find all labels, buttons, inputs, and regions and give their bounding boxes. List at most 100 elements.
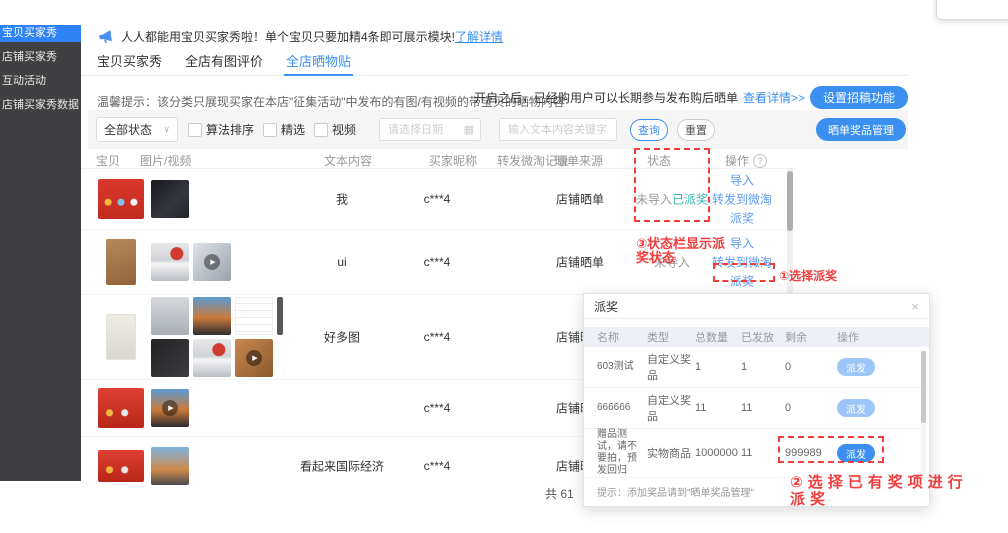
tab-全店有图评价[interactable]: 全店有图评价 [183,48,265,75]
keyword-input-field[interactable] [506,123,610,137]
prize-total: 1 [695,361,741,373]
reset-button[interactable]: 重置 [677,119,715,141]
buyer-nickname-cell: c***4 [387,330,487,344]
modal-column-header-名称: 名称 [597,329,647,345]
operations-cell: 导入转发到微淘派奖 [697,171,787,226]
buyer-nickname-cell: c***4 [387,459,487,473]
date-input-field[interactable] [386,123,462,137]
query-button[interactable]: 查询 [630,119,668,141]
help-icon[interactable]: ? [753,154,767,168]
checkbox-box[interactable] [314,123,328,137]
status-select-value: 全部状态 [104,121,152,138]
dispatch-button[interactable]: 派发 [837,399,875,417]
modal-scrollbar[interactable] [921,351,926,477]
product-cell [97,388,145,428]
modal-header: 派奖 × [584,294,929,319]
product-thumbnail[interactable] [98,450,144,482]
op-link-导入[interactable]: 导入 [730,235,754,252]
tab-全店晒物贴[interactable]: 全店晒物贴 [284,48,353,75]
product-thumbnail[interactable] [98,388,144,428]
column-header-文本内容: 文本内容 [324,152,372,169]
open-hint-text: 开启之后，已经购用户可以长期参与发布购后晒单 [474,89,738,106]
checkbox-box[interactable] [188,123,202,137]
media-thumbnail[interactable] [151,297,189,335]
sidebar-item-互动活动[interactable]: 互动活动 [0,73,81,90]
buyer-nickname-cell: c***4 [387,401,487,415]
modal-column-header-操作: 操作 [837,329,929,345]
banner-detail-link[interactable]: 了解详情 [455,28,503,45]
megaphone-icon [97,28,114,45]
column-header-晒单来源: 晒单来源 [555,152,603,169]
view-details-link[interactable]: 查看详情>> [743,89,805,106]
op-link-派奖[interactable]: 派奖 [730,209,754,226]
product-cell [97,450,145,482]
highlight-box-status-column [634,148,710,222]
tab-bar: 宝贝买家秀全店有图评价全店晒物贴 [81,48,908,76]
column-header-图片/视频: 图片/视频 [140,152,191,169]
media-thumbnail[interactable] [151,339,189,377]
media-cell: ▶ [151,389,285,427]
modal-title: 派奖 [594,298,618,315]
table-scrollbar-thumb[interactable] [787,171,793,231]
filter-bar: 全部状态 ∨ 算法排序 精选 视频 ▦ 查询 重置 晒单奖品管理 [88,110,908,149]
checkbox-label: 算法排序 [206,121,254,138]
checkbox-box[interactable] [263,123,277,137]
product-thumbnail[interactable] [106,314,136,360]
checkbox-精选[interactable]: 精选 [263,121,305,138]
screen: 宝贝买家秀店铺买家秀互动活动店铺买家秀数据 人人都能用宝贝买家秀啦！单个宝贝只要… [0,0,1008,533]
checkbox-label: 视频 [332,121,356,138]
op-link-转发到微淘[interactable]: 转发到微淘 [712,190,772,207]
modal-table-header: 名称类型总数量已发放剩余操作 [584,327,929,347]
media-thumbnail[interactable] [193,297,231,335]
media-thumbnail[interactable] [193,339,231,377]
chevron-down-icon: ∨ [163,124,170,135]
media-thumbnail-video[interactable]: ▶ [151,389,189,427]
annotation-step3-line2: 奖状态 [636,251,725,265]
media-thumbnail-video[interactable]: ▶ [235,339,273,377]
checkbox-算法排序[interactable]: 算法排序 [188,121,254,138]
media-thumbnail[interactable] [151,243,189,281]
checkbox-label: 精选 [281,121,305,138]
prize-total: 1000000 [695,447,741,459]
sidebar-item-店铺买家秀[interactable]: 店铺买家秀 [0,49,81,66]
modal-table-row: 666666自定义奖品11110派发 [584,388,929,429]
banner-text: 人人都能用宝贝买家秀啦！单个宝贝只要加精4条即可展示模块! [121,28,455,45]
play-icon: ▶ [235,339,273,377]
notice-banner: 人人都能用宝贝买家秀啦！单个宝贝只要加精4条即可展示模块!了解详情 [81,25,881,48]
prize-remain: 0 [785,402,837,414]
date-input[interactable]: ▦ [379,118,481,141]
dispatch-button[interactable]: 派发 [837,358,875,376]
media-thumbnail-video[interactable]: ▶ [193,243,231,281]
product-cell [97,239,145,285]
sidebar-item-店铺买家秀数据[interactable]: 店铺买家秀数据 [0,97,81,114]
media-thumbnail[interactable] [151,447,189,485]
sidebar-item-宝贝买家秀[interactable]: 宝贝买家秀 [0,25,81,42]
prize-action-cell: 派发 [837,358,929,376]
filter-checkboxes: 算法排序 精选 视频 [188,121,365,138]
highlight-box-award-button [778,436,884,463]
close-icon[interactable]: × [911,299,919,314]
setup-collect-button[interactable]: 设置招稿功能 [810,86,908,109]
product-thumbnail[interactable] [98,179,144,219]
checkbox-视频[interactable]: 视频 [314,121,356,138]
prize-type: 实物商品 [647,445,695,461]
play-icon: ▶ [151,389,189,427]
modal-column-header-总数量: 总数量 [695,329,741,345]
keyword-input[interactable] [499,118,617,141]
prize-name: 666666 [597,402,647,414]
op-link-导入[interactable]: 导入 [730,171,754,188]
column-header-买家昵称: 买家昵称 [429,152,477,169]
modal-table-row: 603测试自定义奖品110派发 [584,347,929,388]
tip-right-group: 开启之后，已经购用户可以长期参与发布购后晒单 查看详情>> 设置招稿功能 [474,86,908,109]
prize-issued: 1 [741,361,785,373]
media-thumbnail[interactable] [151,180,189,218]
media-thumbnail[interactable] [235,297,273,335]
reward-manage-button[interactable]: 晒单奖品管理 [816,118,906,141]
prize-type: 自定义奖品 [647,392,695,424]
tab-宝贝买家秀[interactable]: 宝贝买家秀 [95,48,164,75]
prize-total: 11 [695,402,741,414]
status-select[interactable]: 全部状态 ∨ [96,117,178,142]
modal-scrollbar-thumb[interactable] [921,351,926,423]
buyer-nickname-cell: c***4 [387,255,487,269]
product-thumbnail[interactable] [106,239,136,285]
